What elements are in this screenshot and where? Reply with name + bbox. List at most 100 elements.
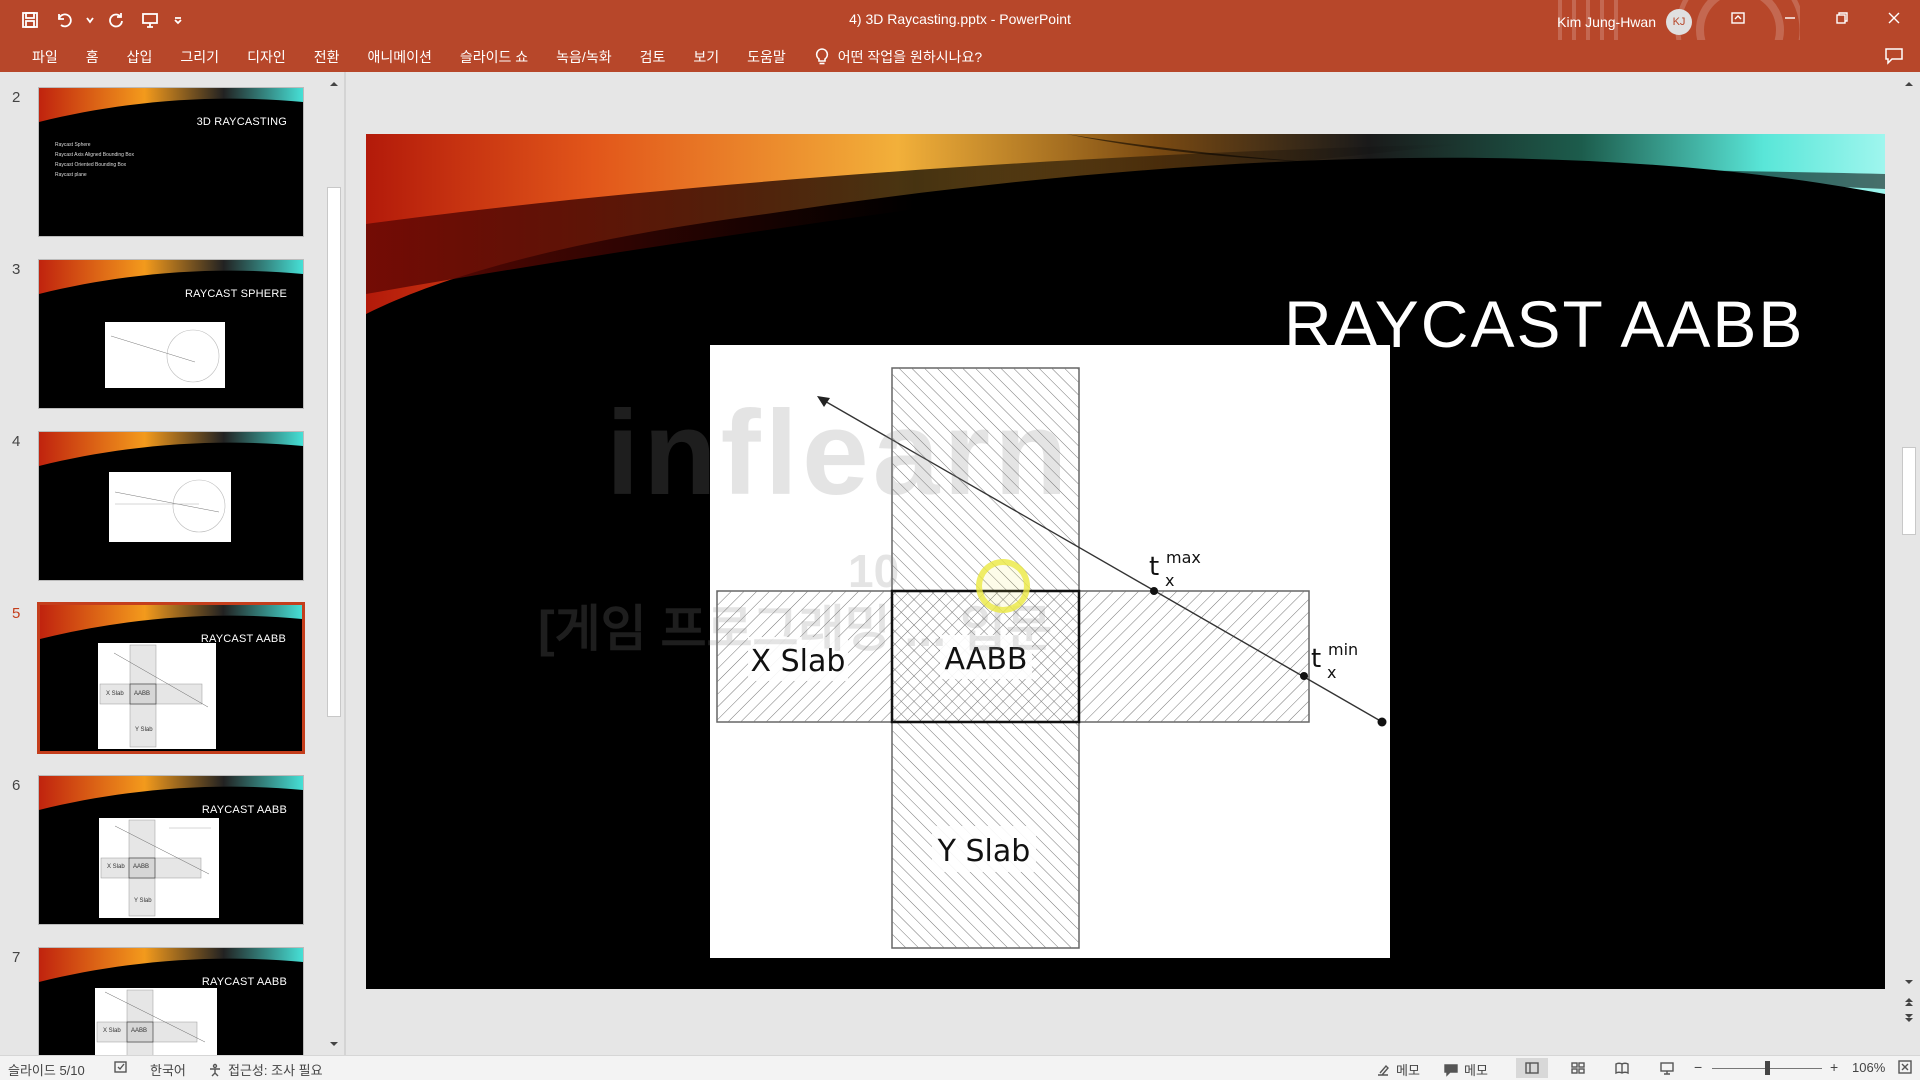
thumbnail-slide-2[interactable]: 2 3D RAYCASTING Raycast Sphere Raycast A… [0,75,320,237]
thumbnail-title: RAYCAST AABB [201,976,287,988]
scroll-up-icon[interactable] [328,78,340,90]
thumbnail-slide-5[interactable]: 5 RAYCAST AABB X Slab AABB Y Slab [0,591,320,754]
thumbnail-title: RAYCAST AABB [201,804,287,816]
spell-check-icon[interactable] [114,1060,128,1074]
title-bar: 4) 3D Raycasting.pptx - PowerPoint Kim J… [0,0,1920,40]
tab-file[interactable]: 파일 [18,46,72,68]
comments-label: 메모 [1464,1063,1488,1078]
swoosh-graphic [39,88,303,122]
thumbnail-scrollbar[interactable] [324,72,344,1055]
scrollbar-thumb[interactable] [1902,447,1916,535]
tab-transitions[interactable]: 전환 [300,46,354,68]
watermark-course-title: [게임 프로그래밍 ... 입문 [538,601,1052,657]
y-slab-label: Y Slab [937,834,1031,869]
tab-view[interactable]: 보기 [679,46,733,68]
tab-record[interactable]: 녹음/녹화 [542,46,625,68]
thumbnail-number: 6 [12,777,21,794]
current-slide[interactable]: RAYCAST AABB X Slab AABB Y Slab t x max … [366,134,1885,989]
slide-indicator[interactable]: 슬라이드 5/10 [8,1060,85,1079]
tab-insert[interactable]: 삽입 [113,46,167,68]
thumbnail-y-slab: Y Slab [134,898,152,904]
thumbnail-slide-7[interactable]: 7 RAYCAST AABB X Slab AABB [0,935,320,1055]
zoom-in-button[interactable]: + [1830,1059,1838,1075]
tab-animations[interactable]: 애니메이션 [353,46,445,68]
ray-origin-point [1377,717,1387,727]
thumbnail-number: 5 [12,605,21,622]
zoom-slider-thumb[interactable] [1765,1061,1770,1075]
scrollbar-thumb[interactable] [327,187,341,717]
thumbnail-title: 3D RAYCASTING [196,116,287,128]
tmin-sup: min [1328,640,1358,659]
ribbon-tabs-bar: 파일 홈 삽입 그리기 디자인 전환 애니메이션 슬라이드 쇼 녹음/녹화 검토… [0,40,1920,72]
scroll-down-icon[interactable] [1903,976,1915,988]
thumbnail-figure: X Slab AABB Y Slab [99,818,219,918]
tab-design[interactable]: 디자인 [233,46,300,68]
thumbnail-figure: X Slab AABB [95,988,217,1055]
scroll-up-icon[interactable] [1903,78,1915,90]
thumbnail-slide-3[interactable]: 3 RAYCAST SPHERE [0,247,320,409]
reading-view-button[interactable] [1606,1058,1638,1078]
tmax-base: t [1149,552,1159,582]
tab-review[interactable]: 검토 [626,46,680,68]
user-name: Kim Jung-Hwan [1557,14,1656,30]
thumbnail-x-slab: X Slab [106,691,124,697]
notes-label: 메모 [1396,1063,1420,1078]
tab-home[interactable]: 홈 [72,46,113,68]
restore-icon[interactable] [1816,0,1868,36]
slide-sorter-icon [1571,1062,1585,1074]
thumbnail-bullet: Raycast Axis Aligned Bounding Box [55,152,134,158]
comments-button[interactable]: 메모 [1444,1060,1488,1079]
tmax-sub: x [1165,571,1174,590]
comments-icon[interactable] [1884,47,1904,65]
zoom-level[interactable]: 106% [1852,1060,1885,1075]
notes-button[interactable]: 메모 [1376,1060,1420,1079]
next-slide-icon[interactable] [1903,1012,1915,1024]
accessibility-checker[interactable]: 접근성: 조사 필요 [208,1060,323,1079]
thumbnail-x-slab: X Slab [107,864,125,870]
thumbnail-figure: X Slab AABB Y Slab [98,643,216,749]
previous-slide-icon[interactable] [1903,996,1915,1008]
accessibility-label: 접근성: 조사 필요 [228,1063,323,1078]
tmax-sup: max [1166,548,1201,567]
accessibility-icon [210,1063,220,1076]
lightbulb-icon [815,48,828,65]
normal-view-button[interactable] [1516,1058,1548,1078]
normal-view-icon [1525,1062,1539,1074]
thumbnail-slide-6[interactable]: 6 RAYCAST AABB X Slab AABB Y Slab [0,763,320,925]
thumbnail-aabb: AABB [134,691,151,697]
thumbnail-number: 4 [12,433,21,450]
thumbnail-aabb: AABB [131,1028,148,1034]
tmin-sub: x [1327,663,1336,682]
zoom-out-button[interactable]: − [1694,1059,1702,1075]
slide-scrollbar[interactable] [1898,72,1920,1055]
thumbnail-number: 7 [12,949,21,966]
slide-thumbnail-panel: 2 3D RAYCASTING Raycast Sphere Raycast A… [0,72,344,1055]
window-controls [1712,0,1920,36]
thumbnail-slide-4[interactable]: 4 [0,419,320,581]
swoosh-graphic [39,260,303,294]
minimize-icon[interactable] [1764,0,1816,36]
thumbnail-x-slab: X Slab [103,1028,121,1034]
close-icon[interactable] [1868,0,1920,36]
tab-draw[interactable]: 그리기 [166,46,233,68]
tab-help[interactable]: 도움말 [733,46,800,68]
status-bar: 슬라이드 5/10 한국어 접근성: 조사 필요 메모 메모 − + 106% [0,1055,1920,1080]
thumbnail-frame: RAYCAST AABB X Slab AABB Y Slab [37,602,305,754]
user-account[interactable]: Kim Jung-Hwan KJ [1557,9,1692,35]
tmax-point [1150,587,1158,595]
tab-slideshow[interactable]: 슬라이드 쇼 [446,46,542,68]
thumbnail-bullets: Raycast Sphere Raycast Axis Aligned Boun… [55,140,134,180]
slideshow-button[interactable] [1651,1058,1683,1078]
fit-to-window-icon[interactable] [1898,1060,1912,1074]
thumbnail-number: 2 [12,89,21,106]
slide-sorter-button[interactable] [1562,1058,1594,1078]
tmin-base: t [1311,644,1321,674]
tell-me-search[interactable]: 어떤 작업을 원하시나요? [800,46,996,68]
ribbon-display-options-icon[interactable] [1712,0,1764,36]
comment-icon [1444,1063,1458,1077]
scroll-down-icon[interactable] [328,1038,340,1050]
thumbnail-bullet: Raycast plane [55,172,87,178]
language-indicator[interactable]: 한국어 [150,1060,186,1079]
avatar[interactable]: KJ [1666,9,1692,35]
thumbnail-aabb: AABB [133,864,150,870]
